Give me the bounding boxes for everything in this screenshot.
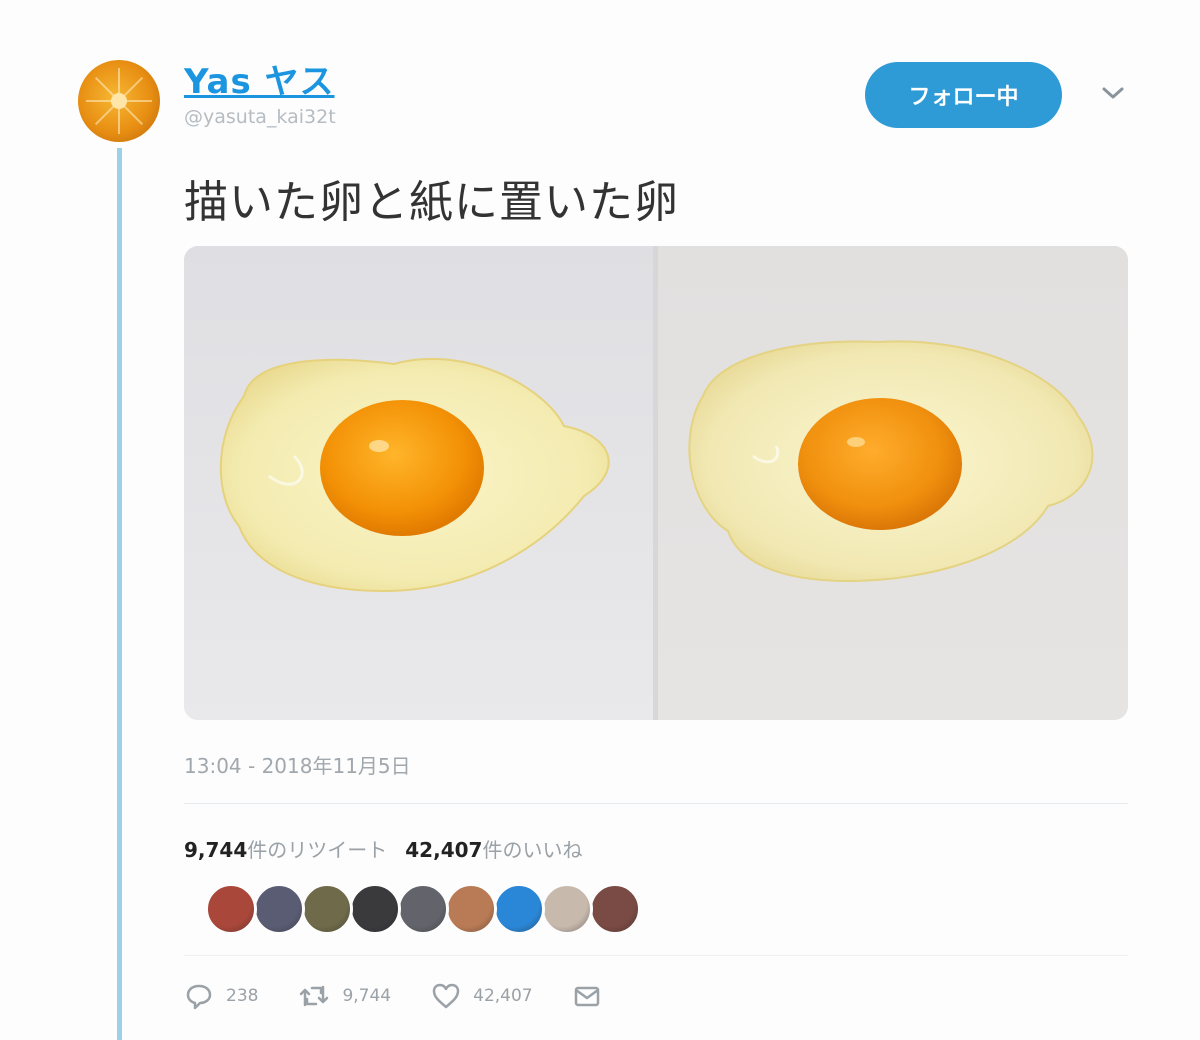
avatar[interactable] [78,60,160,142]
liker-avatar[interactable] [445,883,497,935]
engagement-stats[interactable]: 9,744件のリツイート 42,407件のいいね [184,834,582,863]
thread-line [117,148,122,1040]
real-egg-photo[interactable] [658,246,1128,720]
reply-icon [186,984,212,1010]
follow-button[interactable]: フォロー中 [865,62,1062,128]
retweets-label: 件のリツイート [247,838,388,862]
reply-button[interactable]: 238 [184,981,258,1011]
like-count: 42,407 [473,986,533,1006]
direct-message-button[interactable] [573,982,613,1010]
liker-avatar[interactable] [205,883,257,935]
liker-avatar[interactable] [253,883,305,935]
drawn-egg-photo[interactable] [184,246,653,720]
tweet-text: 描いた卵と紙に置いた卵 [184,177,679,228]
divider [184,955,1128,956]
retweet-icon [300,985,329,1007]
tweet-timestamp[interactable]: 13:04 - 2018年11月5日 [184,750,411,779]
liker-avatar[interactable] [301,883,353,935]
like-button[interactable]: 42,407 [431,981,533,1011]
likes-label: 件のいいね [482,838,583,862]
retweet-count: 9,744 [342,986,392,1006]
likes-count[interactable]: 42,407 [405,838,482,862]
liker-avatar[interactable] [349,883,401,935]
user-handle[interactable]: @yasuta_kai32t [184,106,336,128]
heart-icon [432,983,460,1009]
reply-count: 238 [226,986,259,1006]
retweet-button[interactable]: 9,744 [298,981,391,1011]
display-name[interactable]: Yas ヤス [184,54,335,103]
tweet-media[interactable] [184,246,1128,720]
divider [184,803,1128,804]
liker-avatar[interactable] [397,883,449,935]
action-bar: 238 9,744 42,407 [184,978,653,1014]
liker-avatar[interactable] [493,883,545,935]
liker-avatar[interactable] [541,883,593,935]
liker-avatars[interactable] [205,883,641,935]
chevron-down-icon[interactable] [1098,78,1128,108]
envelope-icon [574,986,599,1007]
retweets-count[interactable]: 9,744 [184,838,247,862]
liker-avatar[interactable] [589,883,641,935]
